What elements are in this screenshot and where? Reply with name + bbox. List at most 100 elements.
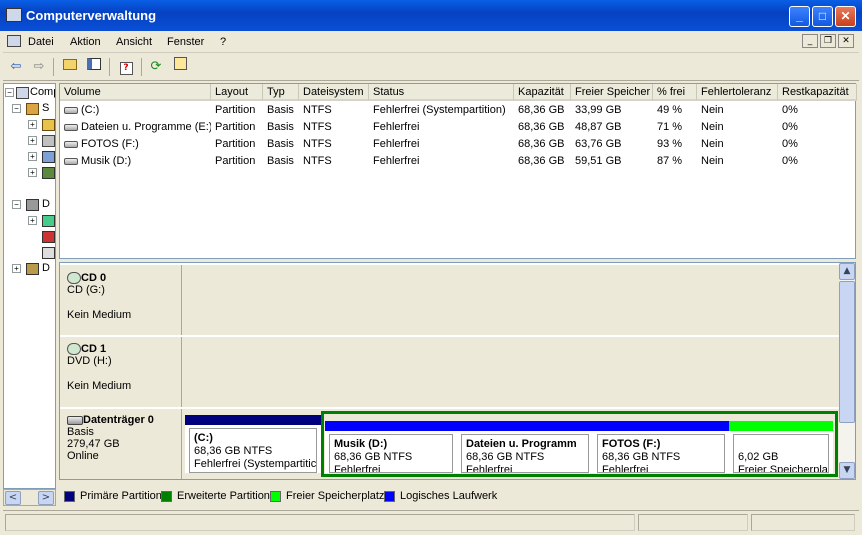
menu-fenster[interactable]: Fenster bbox=[167, 36, 204, 48]
disk-row-cd1[interactable]: CD 1 DVD (H:) Kein Medium bbox=[60, 337, 840, 407]
disk-name: Datenträger 0 bbox=[83, 414, 154, 426]
performance-icon bbox=[42, 167, 55, 179]
partition-block[interactable]: Musik (D:) 68,36 GB NTFS Fehlerfrei bbox=[325, 421, 457, 473]
title-bar[interactable]: Computerverwaltung _ □ ✕ bbox=[0, 0, 862, 31]
tree-item-label: D bbox=[42, 198, 50, 210]
partition-block[interactable]: Dateien u. Programm 68,36 GB NTFS Fehlerfr… bbox=[457, 421, 593, 473]
expand-icon[interactable]: + bbox=[28, 120, 37, 129]
col-prozent-frei-cell: 87 % bbox=[657, 155, 683, 167]
refresh-icon[interactable]: ⟳ bbox=[145, 57, 167, 77]
mdi-restore-button[interactable]: ❐ bbox=[820, 34, 836, 48]
col-typ-header[interactable]: Typ bbox=[263, 84, 299, 101]
menu-datei[interactable]: Datei bbox=[28, 36, 54, 48]
legend-item: Logisches Laufwerk bbox=[384, 490, 497, 502]
show-hide-tree-icon[interactable] bbox=[83, 57, 105, 77]
scroll-left-icon[interactable]: < bbox=[5, 491, 21, 505]
col-status-cell: Fehlerfrei bbox=[373, 155, 420, 167]
minimize-button[interactable]: _ bbox=[789, 6, 810, 27]
disk-type: DVD (H:) bbox=[67, 355, 112, 368]
mdi-minimize-button[interactable]: _ bbox=[802, 34, 818, 48]
expand-icon[interactable]: + bbox=[28, 216, 37, 225]
close-button[interactable]: ✕ bbox=[835, 6, 856, 27]
partition-name: (C:) bbox=[194, 432, 213, 444]
col-kapazitaet-header[interactable]: Kapazität bbox=[514, 84, 571, 101]
col-prozent-frei-cell: 71 % bbox=[657, 121, 683, 133]
scrollbar-thumb[interactable] bbox=[839, 281, 855, 423]
expand-icon[interactable]: + bbox=[12, 264, 21, 273]
menu-ansicht[interactable]: Ansicht bbox=[116, 36, 152, 48]
col-volume-cell: (C:) bbox=[60, 104, 211, 116]
table-row[interactable]: Dateien u. Programme (E:) Partition Basis N… bbox=[60, 120, 857, 136]
partition-color-bar bbox=[325, 421, 457, 431]
table-row[interactable]: FOTOS (F:) Partition Basis NTFS Fehlerfrei 68… bbox=[60, 137, 857, 153]
scroll-up-icon[interactable]: ▲ bbox=[839, 263, 855, 280]
col-freier-speicher-cell: 59,51 GB bbox=[575, 155, 622, 167]
partition-size: 68,36 GB NTFS bbox=[602, 451, 681, 463]
scroll-down-icon[interactable]: ▼ bbox=[839, 462, 855, 479]
col-dateisystem-cell: NTFS bbox=[303, 138, 332, 150]
back-arrow-icon[interactable]: ⇦ bbox=[5, 57, 27, 77]
partition-size: 68,36 GB NTFS bbox=[194, 445, 273, 457]
maximize-button[interactable]: □ bbox=[812, 6, 833, 27]
partition-block[interactable]: (C:) 68,36 GB NTFS Fehlerfrei (Systemparti… bbox=[185, 415, 321, 473]
col-freier-speicher-cell: 48,87 GB bbox=[575, 121, 622, 133]
col-typ-cell: Basis bbox=[267, 121, 294, 133]
expand-icon[interactable]: + bbox=[28, 168, 37, 177]
col-fehlertoleranz-header[interactable]: Fehlertoleranz bbox=[697, 84, 778, 101]
col-layout-header[interactable]: Layout bbox=[211, 84, 263, 101]
partition-status: Fehlerfrei bbox=[466, 464, 513, 473]
up-folder-icon[interactable] bbox=[59, 57, 81, 77]
col-typ-cell: Basis bbox=[267, 155, 294, 167]
export-list-icon[interactable] bbox=[169, 57, 191, 77]
disk-graphical-view[interactable]: CD 0 CD (G:) Kein Medium CD 1 DVD (H:) K… bbox=[59, 262, 856, 480]
col-dateisystem-cell: NTFS bbox=[303, 155, 332, 167]
volume-name: Musik (D:) bbox=[81, 155, 132, 167]
table-row[interactable]: Musik (D:) Partition Basis NTFS Fehlerfrei 68… bbox=[60, 154, 857, 170]
col-freier-speicher-cell: 63,76 GB bbox=[575, 138, 622, 150]
col-freier-speicher-header[interactable]: Freier Speicher bbox=[571, 84, 653, 101]
menu-aktion[interactable]: Aktion bbox=[70, 36, 101, 48]
expand-icon[interactable]: + bbox=[28, 152, 37, 161]
shared-folder-icon bbox=[42, 135, 55, 147]
collapse-icon[interactable]: − bbox=[12, 104, 21, 113]
disk-row-disk0[interactable]: Datenträger 0 Basis 279,47 GB Online (C:… bbox=[60, 409, 840, 479]
partition-name: Musik (D:) bbox=[334, 438, 388, 450]
tree-item-label: D bbox=[42, 262, 50, 274]
col-dateisystem-header[interactable]: Dateisystem bbox=[299, 84, 369, 101]
disk-size: 279,47 GB bbox=[67, 438, 120, 450]
col-fehlertoleranz-cell: Nein bbox=[701, 121, 724, 133]
disk-status: Kein Medium bbox=[67, 380, 132, 393]
expand-icon[interactable]: + bbox=[28, 136, 37, 145]
legend-swatch bbox=[64, 490, 75, 502]
col-restkapazitaet-cell: 0% bbox=[782, 138, 798, 150]
tree-horizontal-scrollbar[interactable]: < > bbox=[3, 489, 56, 506]
forward-arrow-icon[interactable]: ⇨ bbox=[28, 57, 50, 77]
partition-block[interactable]: FOTOS (F:) 68,36 GB NTFS Fehlerfrei bbox=[593, 421, 729, 473]
disk-row-cd0[interactable]: CD 0 CD (G:) Kein Medium bbox=[60, 265, 840, 335]
scroll-right-icon[interactable]: > bbox=[38, 491, 54, 505]
drive-icon bbox=[64, 123, 78, 131]
col-prozent-frei-header[interactable]: % frei bbox=[653, 84, 697, 101]
status-pane bbox=[638, 514, 748, 531]
mdi-close-button[interactable]: ✕ bbox=[838, 34, 854, 48]
collapse-icon[interactable]: − bbox=[5, 88, 14, 97]
col-volume-cell: Musik (D:) bbox=[60, 155, 211, 167]
legend-item: Freier Speicherplatz bbox=[270, 490, 384, 502]
volume-list[interactable]: Volume Layout Typ Dateisystem Status Kapazitä… bbox=[59, 83, 857, 259]
partition-block[interactable]: 6,02 GB Freier Speicherplat bbox=[729, 421, 833, 473]
col-restkapazitaet-cell: 0% bbox=[782, 121, 798, 133]
collapse-icon[interactable]: − bbox=[12, 200, 21, 209]
partition-color-bar bbox=[457, 421, 593, 431]
legend-swatch bbox=[384, 490, 395, 502]
col-status-header[interactable]: Status bbox=[369, 84, 514, 101]
col-volume-header[interactable]: Volume bbox=[60, 84, 211, 101]
table-row[interactable]: (C:) Partition Basis NTFS Fehlerfrei (System… bbox=[60, 103, 857, 119]
properties-icon[interactable]: ? bbox=[115, 57, 137, 77]
legend-swatch bbox=[270, 490, 281, 502]
disk-name: CD 1 bbox=[81, 343, 107, 355]
system-menu-icon[interactable] bbox=[7, 35, 21, 47]
menu-help[interactable]: ? bbox=[220, 36, 226, 48]
col-restkapazitaet-header[interactable]: Restkapazität bbox=[778, 84, 857, 101]
graph-vertical-scrollbar[interactable]: ▲ ▼ bbox=[839, 263, 855, 479]
console-tree[interactable]: − Comp − S + + + + − D + + D bbox=[3, 83, 56, 489]
